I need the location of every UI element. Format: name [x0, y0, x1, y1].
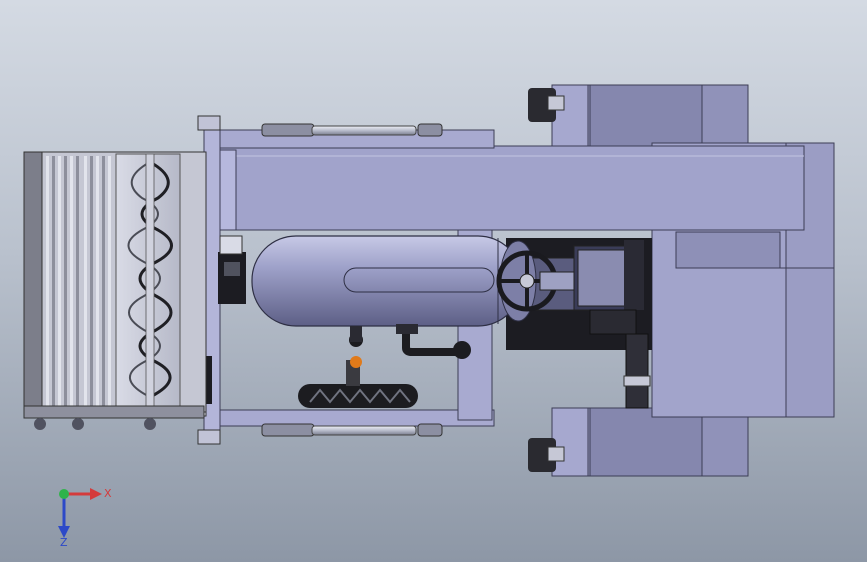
slat	[90, 156, 93, 406]
cad-viewport[interactable]: X Z Y	[0, 0, 867, 562]
slat	[58, 156, 61, 406]
drive-chain	[23, 405, 205, 430]
auger-housing	[23, 151, 207, 413]
slat	[96, 156, 99, 406]
slat	[76, 156, 79, 406]
triad-x-label: X	[104, 487, 112, 500]
triad-z-label: Z	[60, 536, 68, 549]
slat	[46, 156, 49, 406]
control-box-top	[218, 235, 246, 304]
axis-triad: X Z Y	[58, 487, 112, 549]
slat	[108, 156, 111, 406]
slat	[84, 156, 87, 406]
drive-block-top	[528, 84, 749, 150]
front-wheel	[298, 326, 418, 408]
drive-block-bottom	[528, 407, 749, 477]
slat	[102, 156, 105, 406]
slat	[52, 156, 55, 406]
main-beam	[207, 145, 805, 231]
slat	[64, 156, 67, 406]
fuel-tank	[251, 235, 537, 327]
hydraulic-cylinder-top	[261, 123, 443, 137]
slat	[70, 156, 73, 406]
model-view: X Z Y	[23, 84, 835, 549]
